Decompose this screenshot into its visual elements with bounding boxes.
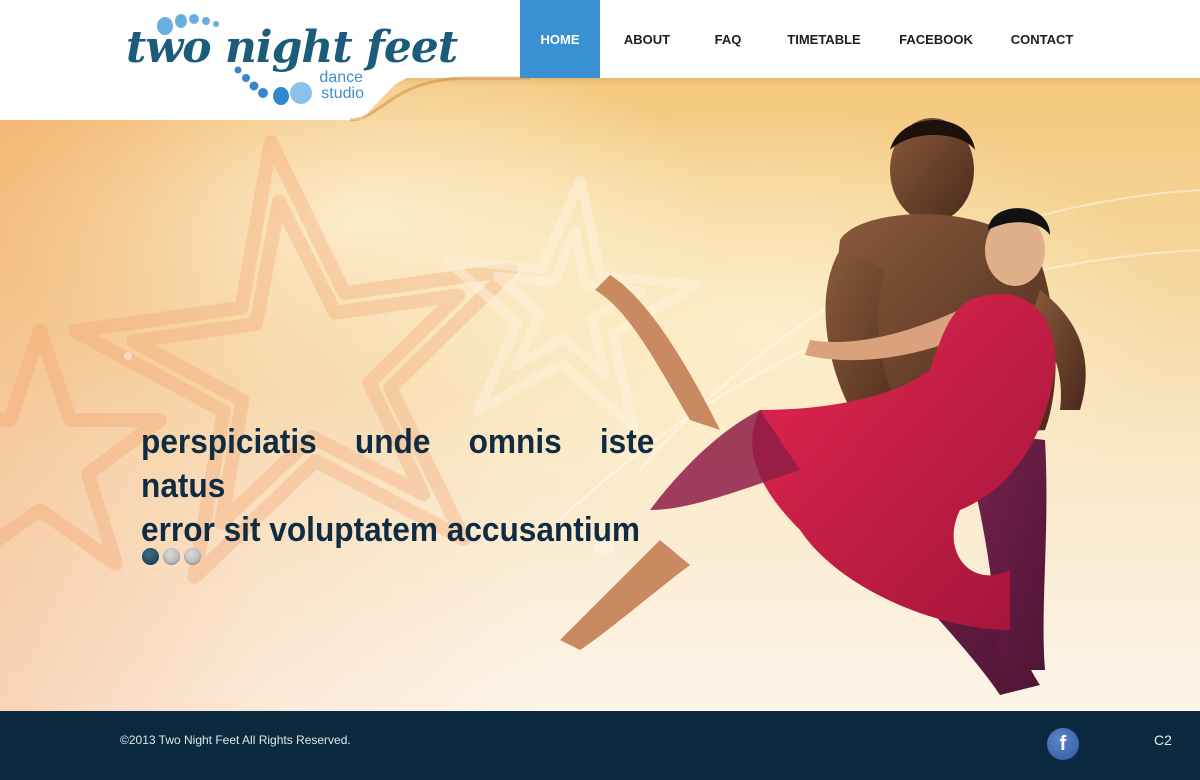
footer: ©2013 Two Night Feet All Rights Reserved… — [0, 711, 1200, 780]
slider-dot-2[interactable] — [163, 548, 180, 565]
nav-item-facebook[interactable]: FACEBOOK — [886, 0, 986, 78]
slider-dot-1[interactable] — [142, 548, 159, 565]
site-logo[interactable]: two night feet dance studio — [126, 12, 458, 112]
hero-headline: perspiciatis unde omnis iste natus error… — [141, 420, 654, 552]
slider-dot-3[interactable] — [184, 548, 201, 565]
logo-subtitle-dance: dance — [319, 69, 363, 86]
nav-item-timetable[interactable]: TIMETABLE — [762, 0, 886, 78]
slider-pagination — [142, 548, 201, 565]
hero-headline-line1: perspiciatis unde omnis iste natus — [141, 423, 655, 505]
header-curve-decoration — [350, 76, 530, 122]
nav-item-contact[interactable]: CONTACT — [986, 0, 1098, 78]
logo-subtitle-studio: studio — [321, 85, 364, 102]
hero-headline-line2: error sit voluptatem accusantium — [141, 511, 641, 549]
main-navigation: HOME ABOUT FAQ TIMETABLE FACEBOOK CONTAC… — [520, 0, 1098, 78]
dancers-image — [560, 118, 1086, 695]
nav-item-faq[interactable]: FAQ — [694, 0, 762, 78]
nav-item-about[interactable]: ABOUT — [600, 0, 694, 78]
nav-item-home[interactable]: HOME — [520, 0, 600, 78]
page-code-label: C2 — [1154, 732, 1172, 748]
copyright-text: ©2013 Two Night Feet All Rights Reserved… — [120, 733, 351, 747]
facebook-icon[interactable]: f — [1047, 728, 1079, 760]
